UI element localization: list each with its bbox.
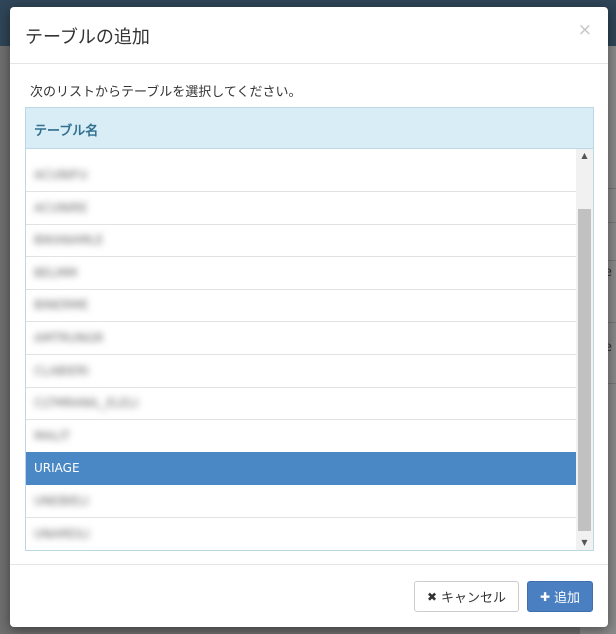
table-list: テーブル名 ACUNIFU ACUNIRE BIKANAMLE BELMM BINERM… [25, 107, 594, 551]
modal-footer: ✖ キャンセル ✚ 追加 [10, 564, 608, 628]
scroll-thumb[interactable] [578, 209, 591, 531]
cancel-button[interactable]: ✖ キャンセル [414, 581, 519, 612]
instruction-text: 次のリストからテーブルを選択してください。 [30, 85, 302, 100]
scrollbar[interactable]: ▲ ▼ [576, 149, 593, 550]
table-row[interactable]: ACUNIRE [26, 192, 576, 225]
column-header-table-name: テーブル名 [34, 124, 99, 139]
modal-header: テーブルの追加 × [10, 7, 608, 64]
plus-icon: ✚ [539, 589, 551, 604]
table-row[interactable]: AMTRUNGR [26, 322, 576, 355]
table-row[interactable]: UNAREILI [26, 518, 576, 549]
table-row[interactable]: CLTMRANIL_ELELI [26, 387, 576, 421]
table-row-label: BIKANAMLE [34, 233, 104, 248]
scroll-up-arrow-icon[interactable]: ▲ [576, 149, 593, 163]
cancel-button-label: キャンセル [441, 591, 507, 606]
table-row-label: MALIT [34, 428, 71, 443]
table-row-label: ACUNIFU [34, 168, 88, 182]
table-row[interactable]: MALIT [26, 420, 576, 453]
table-row-label: URIAGE [34, 461, 80, 476]
table-row[interactable]: URIAGE [26, 452, 576, 486]
table-row[interactable]: BIKANAMLE [26, 224, 576, 258]
add-table-modal: テーブルの追加 × 次のリストからテーブルを選択してください。 テーブル名 AC… [10, 7, 608, 627]
table-row[interactable]: CLABIERI [26, 355, 576, 388]
modal-title: テーブルの追加 [25, 27, 150, 48]
table-row-label: BINERME [34, 298, 89, 313]
table-row[interactable]: UNEBIELI [26, 485, 576, 518]
table-row-label: ACUNIRE [34, 200, 88, 215]
table-row[interactable]: ACUNIFU [26, 159, 576, 192]
close-icon[interactable]: × [578, 22, 592, 39]
table-row-label: CLABIERI [34, 363, 89, 378]
times-icon: ✖ [426, 589, 438, 604]
table-row-label: BELMM [34, 265, 78, 280]
table-header: テーブル名 [26, 108, 593, 149]
scroll-down-arrow-icon[interactable]: ▼ [576, 536, 593, 550]
add-button[interactable]: ✚ 追加 [527, 581, 593, 612]
add-button-label: 追加 [554, 591, 581, 606]
table-row-label: CLTMRANIL_ELELI [34, 396, 139, 411]
table-row-label: AMTRUNGR [34, 331, 104, 345]
table-rows: ACUNIFU ACUNIRE BIKANAMLE BELMM BINERME AMTRU… [26, 159, 576, 549]
table-row[interactable]: BINERME [26, 289, 576, 323]
table-row[interactable]: BELMM [26, 257, 576, 290]
table-row-label: UNEBIELI [34, 494, 89, 508]
table-row-label: UNAREILI [34, 526, 90, 541]
